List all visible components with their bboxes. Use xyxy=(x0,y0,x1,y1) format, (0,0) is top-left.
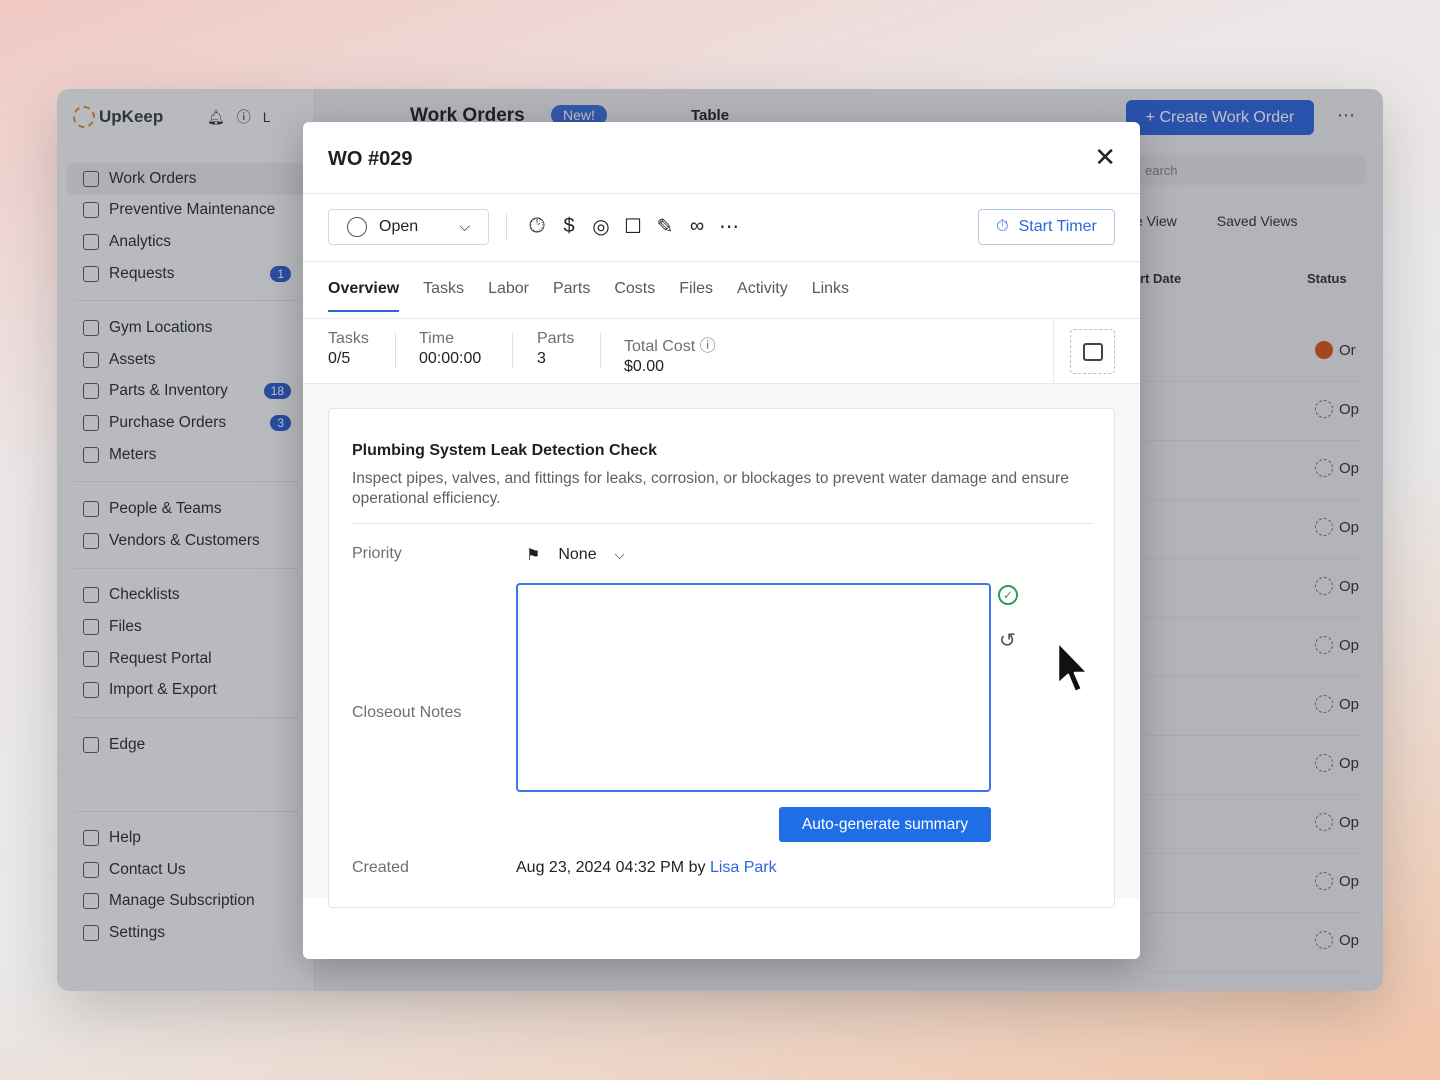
created-value: Aug 23, 2024 04:32 PM by Lisa Park xyxy=(516,859,777,877)
divider xyxy=(352,523,1094,524)
image-icon xyxy=(1082,342,1103,361)
start-timer-button[interactable]: ⏱︎ Start Timer xyxy=(978,209,1115,245)
divider xyxy=(1053,320,1054,382)
target-icon[interactable]: ◎ xyxy=(590,214,612,239)
tab-labor[interactable]: Labor xyxy=(488,280,529,312)
modal-tabs: Overview Tasks Labor Parts Costs Files Activit… xyxy=(328,280,849,312)
stat-value: 00:00:00 xyxy=(419,350,482,367)
work-order-description: Inspect pipes, valves, and fittings for … xyxy=(352,470,1069,507)
divider xyxy=(506,214,507,240)
divider xyxy=(395,332,396,368)
open-status-icon xyxy=(347,217,367,237)
summary-stats: Tasks 0/5 Time 00:00:00 Parts 3 Total Co… xyxy=(303,320,1053,382)
tab-files[interactable]: Files xyxy=(679,280,713,312)
closeout-notes-input[interactable] xyxy=(516,583,991,792)
check-circle-icon[interactable]: ✓ xyxy=(998,585,1018,605)
work-order-title: Plumbing System Leak Detection Check xyxy=(352,442,657,459)
action-toolbar: 🕑︎ $ ◎ ☐ ✎ ∞ ⋯ xyxy=(526,214,740,239)
start-timer-label: Start Timer xyxy=(1018,218,1097,235)
close-icon[interactable]: ✕ xyxy=(1094,144,1116,170)
stopwatch-icon: ⏱︎ xyxy=(996,218,1009,235)
status-value: Open xyxy=(379,218,419,235)
undo-icon[interactable]: ↺ xyxy=(999,628,1016,653)
work-order-modal: WO #029 ✕ Open ⌵ 🕑︎ $ ◎ ☐ ✎ ∞ ⋯ ⏱︎ Start… xyxy=(303,122,1140,959)
priority-label: Priority xyxy=(352,545,402,562)
chevron-down-icon: ⌵ xyxy=(459,218,470,234)
mouse-cursor-icon xyxy=(1056,640,1090,694)
stat-label: Parts xyxy=(537,330,575,347)
tab-links[interactable]: Links xyxy=(812,280,849,312)
stat-value: 0/5 xyxy=(328,350,351,367)
status-dropdown[interactable]: Open ⌵ xyxy=(328,209,489,245)
tab-activity[interactable]: Activity xyxy=(737,280,788,312)
clock-icon[interactable]: 🕑︎ xyxy=(526,215,548,238)
stat-time: Time 00:00:00 xyxy=(419,330,481,368)
cost-label: Total Cost xyxy=(624,338,696,355)
stat-label: Total Cost ⓘ xyxy=(624,332,716,356)
add-image-button[interactable] xyxy=(1070,329,1115,374)
chevron-down-icon: ⌵ xyxy=(614,547,625,562)
divider xyxy=(303,261,1140,262)
flag-icon: ⚑ xyxy=(526,547,541,564)
tab-tasks[interactable]: Tasks xyxy=(423,280,464,312)
divider xyxy=(303,193,1140,194)
created-date: Aug 23, 2024 04:32 PM xyxy=(516,859,685,876)
created-by-text: by xyxy=(688,859,706,876)
stat-total-cost: Total Cost ⓘ $0.00 xyxy=(624,332,716,376)
work-order-details-card: Plumbing System Leak Detection Check Ins… xyxy=(328,408,1115,908)
tab-parts[interactable]: Parts xyxy=(553,280,590,312)
pencil-icon[interactable]: ✎ xyxy=(654,214,676,239)
dollar-icon[interactable]: $ xyxy=(558,215,580,238)
link-icon[interactable]: ∞ xyxy=(686,215,708,238)
tab-costs[interactable]: Costs xyxy=(614,280,655,312)
created-by-user-link[interactable]: Lisa Park xyxy=(710,859,777,876)
priority-dropdown[interactable]: ⚑ None ⌵ xyxy=(526,545,624,565)
stat-tasks: Tasks 0/5 xyxy=(328,330,369,368)
stat-label: Time xyxy=(419,330,454,347)
modal-title: WO #029 xyxy=(328,148,413,170)
closeout-notes-label: Closeout Notes xyxy=(352,704,462,721)
stat-value: $0.00 xyxy=(624,358,665,375)
auto-generate-summary-button[interactable]: Auto-generate summary xyxy=(779,807,991,842)
bookmark-icon[interactable]: ☐ xyxy=(622,214,644,239)
divider xyxy=(303,318,1140,319)
info-icon[interactable]: ⓘ xyxy=(700,338,716,355)
stat-label: Tasks xyxy=(328,330,369,347)
more-icon[interactable]: ⋯ xyxy=(718,214,740,239)
created-label: Created xyxy=(352,859,409,876)
stat-parts: Parts 3 xyxy=(537,330,574,368)
divider xyxy=(600,332,601,368)
overview-body: Plumbing System Leak Detection Check Ins… xyxy=(303,384,1140,908)
priority-value: None xyxy=(558,546,597,563)
divider xyxy=(512,332,513,368)
stat-value: 3 xyxy=(537,350,546,367)
tab-overview[interactable]: Overview xyxy=(328,280,400,312)
